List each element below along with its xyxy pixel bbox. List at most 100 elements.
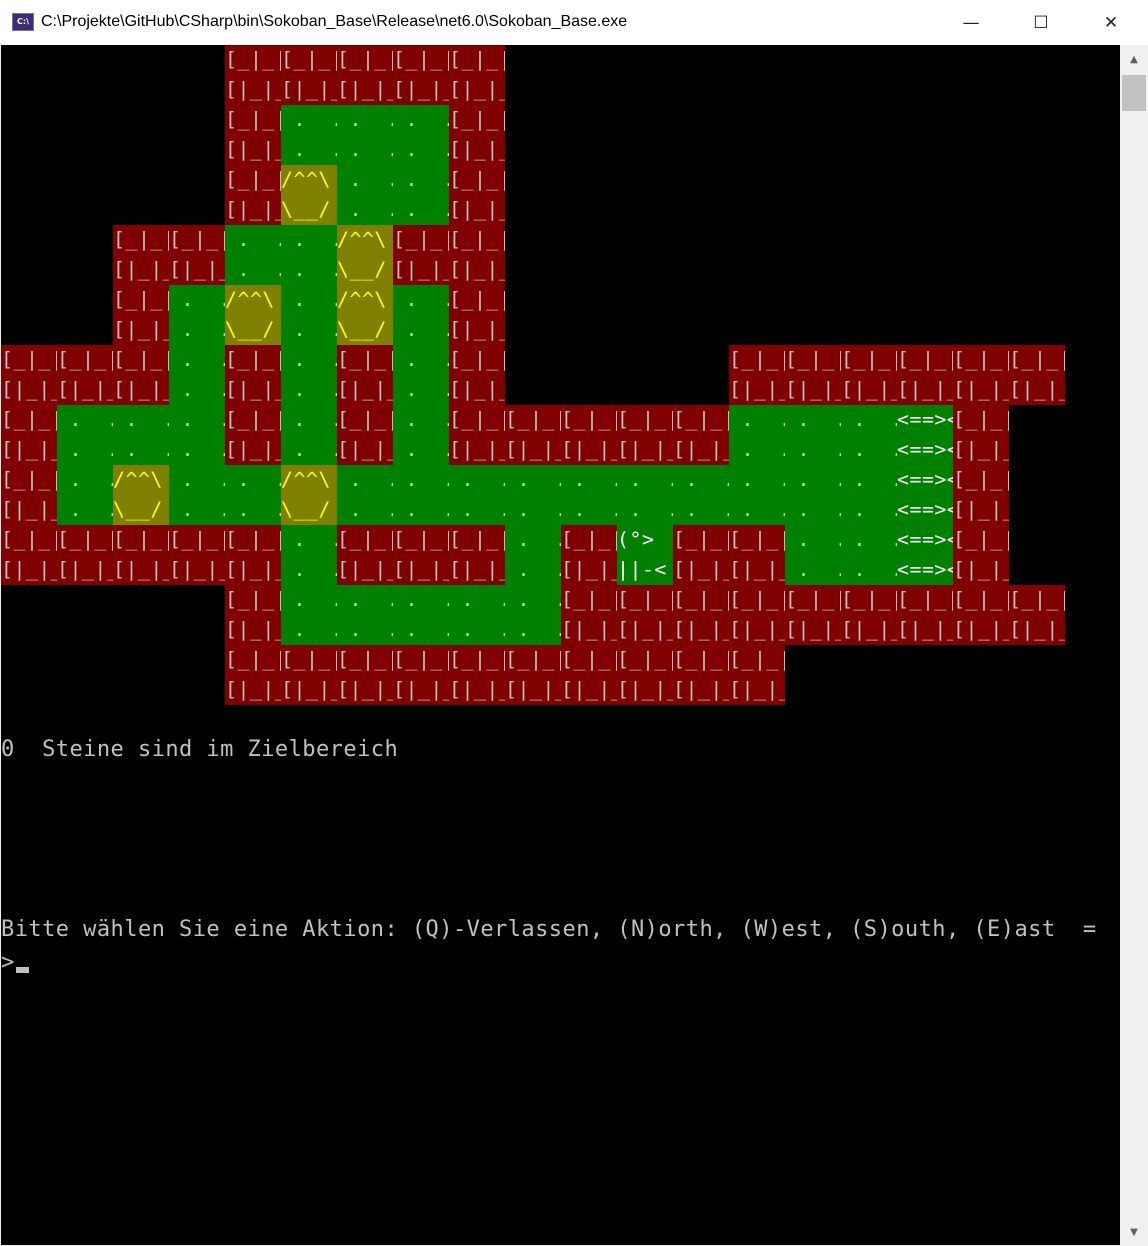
wall-tile-line: [|_|_|_|_ xyxy=(169,255,225,285)
wall-tile-line: [|_|_|_|_ xyxy=(561,615,617,645)
floor-tile: . . . . . . xyxy=(393,345,449,405)
floor-tile: . . . . . . xyxy=(729,405,785,465)
floor-tile-line: . . . xyxy=(57,465,113,495)
floor-tile-line: . . . xyxy=(281,345,337,375)
floor-tile: . . . . . . xyxy=(337,465,393,525)
wall-tile-line: [|_|_|_|_ xyxy=(673,615,729,645)
wall-tile-line: [|_|_|_|_ xyxy=(225,555,281,585)
wall-tile: [_|_|_|_|[|_|_|_|_ xyxy=(449,525,505,585)
player-tile-line: ||-< xyxy=(617,555,673,585)
floor-tile: . . . . . . xyxy=(505,525,561,585)
floor-tile-line: . . . xyxy=(673,495,729,525)
window-title: C:\Projekte\GitHub\CSharp\bin\Sokoban_Ba… xyxy=(41,13,628,30)
wall-tile-line: [|_|_|_|_ xyxy=(841,615,897,645)
wall-tile-line: [|_|_|_|_ xyxy=(561,675,617,705)
box-tile: /^^\ \__/ xyxy=(281,465,337,525)
scroll-down-arrow-icon[interactable]: ▼ xyxy=(1120,1218,1148,1246)
floor-tile-line: . . . xyxy=(393,405,449,435)
wall-tile-line: [|_|_|_|_ xyxy=(1,375,57,405)
floor-tile-line: . . . xyxy=(281,105,337,135)
maximize-button[interactable]: ☐ xyxy=(1018,0,1064,45)
floor-tile-line: . . . xyxy=(113,405,169,435)
floor-tile: . . . . . . xyxy=(113,405,169,465)
wall-tile-line: [_|_|_|_| xyxy=(953,345,1009,375)
action-prompt: Bitte wählen Sie eine Aktion: (Q)-Verlas… xyxy=(1,917,1097,942)
wall-tile: [_|_|_|_|[|_|_|_|_ xyxy=(337,345,393,405)
floor-tile-line: . . . xyxy=(281,435,337,465)
wall-tile: [_|_|_|_|[|_|_|_|_ xyxy=(393,45,449,105)
floor-tile-line: . . . xyxy=(169,495,225,525)
wall-tile-line: [|_|_|_|_ xyxy=(953,435,1009,465)
wall-tile-line: [_|_|_|_| xyxy=(337,525,393,555)
wall-tile-line: [_|_|_|_| xyxy=(841,345,897,375)
floor-tile-line: . . . xyxy=(729,465,785,495)
floor-tile: . . . . . . xyxy=(337,165,393,225)
wall-tile-line: [_|_|_|_| xyxy=(1009,345,1065,375)
floor-tile-line: . . . xyxy=(841,435,897,465)
wall-tile: [_|_|_|_|[|_|_|_|_ xyxy=(225,105,281,165)
console-output-area[interactable]: [_|_|_|_|[|_|_|_|_[_|_|_|_|[|_|_|_|_[_|_… xyxy=(1,45,1120,1245)
floor-tile: . . . . . . xyxy=(785,525,841,585)
text-cursor xyxy=(16,967,29,973)
floor-tile-line: . . . xyxy=(673,465,729,495)
wall-tile: [_|_|_|_|[|_|_|_|_ xyxy=(1,345,57,405)
title-bar[interactable]: C:\ C:\Projekte\GitHub\CSharp\bin\Sokoba… xyxy=(0,0,1148,45)
scrollbar-thumb[interactable] xyxy=(1122,75,1146,111)
wall-tile-line: [_|_|_|_| xyxy=(449,105,505,135)
floor-tile-line: . . . xyxy=(281,615,337,645)
floor-tile: . . . . . . xyxy=(505,585,561,645)
wall-tile: [_|_|_|_|[|_|_|_|_ xyxy=(617,405,673,465)
wall-tile-line: [_|_|_|_| xyxy=(897,585,953,615)
wall-tile-line: [|_|_|_|_ xyxy=(225,195,281,225)
wall-tile-line: [|_|_|_|_ xyxy=(673,435,729,465)
console-app-icon[interactable]: C:\ xyxy=(12,13,34,31)
wall-tile-line: [_|_|_|_| xyxy=(897,345,953,375)
wall-tile: [_|_|_|_|[|_|_|_|_ xyxy=(169,225,225,285)
wall-tile-line: [_|_|_|_| xyxy=(841,585,897,615)
wall-tile-line: [|_|_|_|_ xyxy=(897,375,953,405)
floor-tile: . . . . . . xyxy=(393,105,449,165)
wall-tile: [_|_|_|_|[|_|_|_|_ xyxy=(1009,345,1065,405)
wall-tile: [_|_|_|_|[|_|_|_|_ xyxy=(449,165,505,225)
minimize-button[interactable]: — xyxy=(948,0,994,45)
vertical-scrollbar[interactable]: ▲ ▼ xyxy=(1120,45,1148,1246)
wall-tile: [_|_|_|_|[|_|_|_|_ xyxy=(225,525,281,585)
wall-tile-line: [|_|_|_|_ xyxy=(337,675,393,705)
floor-tile: . . . . . . xyxy=(393,165,449,225)
wall-tile: [_|_|_|_|[|_|_|_|_ xyxy=(897,345,953,405)
floor-tile-line: . . . xyxy=(281,255,337,285)
wall-tile: [_|_|_|_|[|_|_|_|_ xyxy=(393,645,449,705)
floor-tile: . . . . . . xyxy=(169,465,225,525)
wall-tile: [_|_|_|_|[|_|_|_|_ xyxy=(729,645,785,705)
floor-tile-line: . . . xyxy=(393,345,449,375)
wall-tile-line: [_|_|_|_| xyxy=(225,645,281,675)
wall-tile: [_|_|_|_|[|_|_|_|_ xyxy=(281,45,337,105)
floor-tile: . . . . . . xyxy=(785,405,841,465)
floor-tile-line: . . . xyxy=(841,555,897,585)
floor-tile-line: . . . xyxy=(169,465,225,495)
wall-tile-line: [|_|_|_|_ xyxy=(393,555,449,585)
wall-tile-line: [|_|_|_|_ xyxy=(449,675,505,705)
floor-tile: . . . . . . xyxy=(281,405,337,465)
wall-tile-line: [|_|_|_|_ xyxy=(449,255,505,285)
wall-tile-line: [_|_|_|_| xyxy=(729,525,785,555)
wall-tile-line: [|_|_|_|_ xyxy=(225,435,281,465)
scroll-up-arrow-icon[interactable]: ▲ xyxy=(1120,45,1148,73)
box-tile-line: \__/ xyxy=(281,195,337,225)
box-tile: /^^\ \__/ xyxy=(225,285,281,345)
wall-tile-line: [|_|_|_|_ xyxy=(953,495,1009,525)
floor-tile-line: . . . xyxy=(505,465,561,495)
floor-tile-line: . . . xyxy=(393,195,449,225)
floor-tile: . . . . . . xyxy=(785,465,841,525)
close-button[interactable]: ✕ xyxy=(1088,0,1134,45)
box-tile: /^^\ \__/ xyxy=(337,285,393,345)
floor-tile-line: . . . xyxy=(393,375,449,405)
wall-tile: [_|_|_|_|[|_|_|_|_ xyxy=(729,585,785,645)
floor-tile-line: . . . xyxy=(393,315,449,345)
wall-tile-line: [|_|_|_|_ xyxy=(561,435,617,465)
floor-tile-line: . . . xyxy=(505,525,561,555)
wall-tile-line: [_|_|_|_| xyxy=(673,585,729,615)
wall-tile: [_|_|_|_|[|_|_|_|_ xyxy=(57,525,113,585)
floor-tile-line: . . . xyxy=(617,495,673,525)
wall-tile-line: [|_|_|_|_ xyxy=(225,675,281,705)
